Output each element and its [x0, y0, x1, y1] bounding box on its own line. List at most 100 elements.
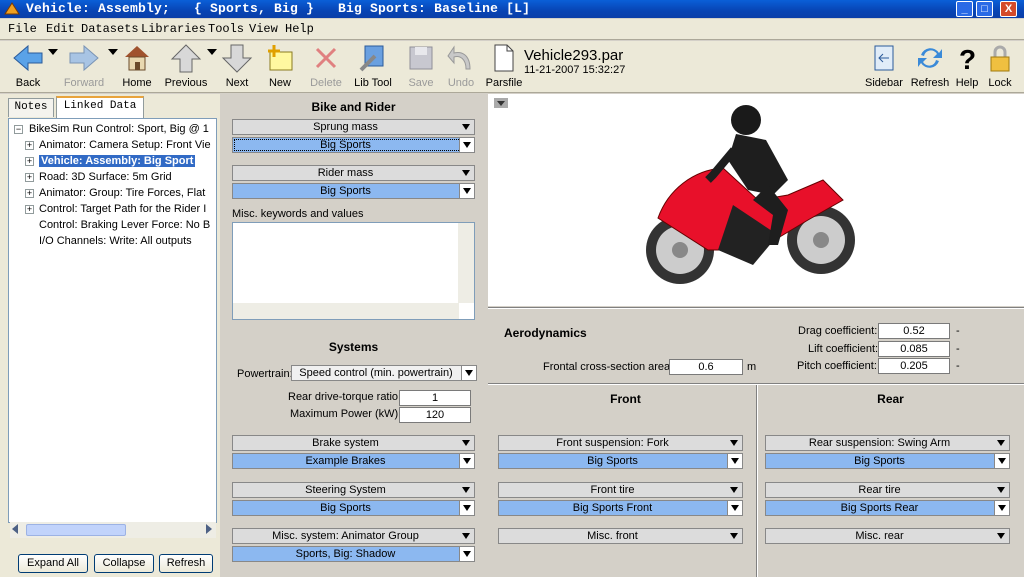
- chevron-down-icon[interactable]: [727, 483, 742, 497]
- chevron-down-icon[interactable]: [727, 454, 742, 468]
- sprung-mass-dataset[interactable]: Big Sports: [232, 137, 475, 153]
- chevron-down-icon[interactable]: [459, 120, 474, 134]
- misc-system-category[interactable]: Misc. system: Animator Group: [232, 528, 475, 544]
- chevron-down-icon[interactable]: [108, 49, 118, 55]
- drag-input[interactable]: 0.52: [878, 323, 950, 339]
- tree-node[interactable]: + Animator: Camera Setup: Front Vie: [9, 138, 214, 154]
- pitch-input[interactable]: 0.205: [878, 358, 950, 374]
- expand-icon[interactable]: +: [25, 141, 34, 150]
- misc-front-category[interactable]: Misc. front: [498, 528, 743, 544]
- chevron-down-icon[interactable]: [994, 454, 1009, 468]
- menu-datasets[interactable]: Datasets: [81, 22, 139, 36]
- front-tire-dataset[interactable]: Big Sports Front: [498, 500, 743, 516]
- tree-node[interactable]: − BikeSim Run Control: Sport, Big @ 1: [9, 122, 214, 138]
- menu-file[interactable]: File: [8, 22, 37, 36]
- chevron-down-icon[interactable]: [459, 501, 474, 515]
- misc-keywords-textarea[interactable]: [232, 222, 475, 320]
- rider-mass-category[interactable]: Rider mass: [232, 165, 475, 181]
- tab-linked-data[interactable]: Linked Data: [56, 96, 144, 118]
- steering-system-dataset[interactable]: Big Sports: [232, 500, 475, 516]
- rear-suspension-category[interactable]: Rear suspension: Swing Arm: [765, 435, 1010, 451]
- undo-button[interactable]: Undo: [444, 43, 478, 91]
- tree-horizontal-scrollbar[interactable]: [10, 522, 216, 538]
- chevron-down-icon[interactable]: [459, 529, 474, 543]
- close-button[interactable]: X: [1000, 1, 1017, 17]
- misc-rear-category[interactable]: Misc. rear: [765, 528, 1010, 544]
- maximize-button[interactable]: □: [976, 1, 993, 17]
- vertical-scrollbar[interactable]: [458, 223, 474, 303]
- tree-node[interactable]: + Animator: Group: Tire Forces, Flat: [9, 186, 214, 202]
- parsfile-button[interactable]: Parsfile: [484, 43, 524, 91]
- chevron-down-icon[interactable]: [727, 529, 742, 543]
- scroll-right-icon[interactable]: [206, 524, 212, 534]
- chevron-down-icon[interactable]: [48, 49, 58, 55]
- chevron-down-icon[interactable]: [461, 366, 476, 380]
- front-suspension-dataset[interactable]: Big Sports: [498, 453, 743, 469]
- sidebar-button[interactable]: Sidebar: [862, 43, 906, 91]
- misc-system-dataset[interactable]: Sports, Big: Shadow: [232, 546, 475, 562]
- menu-libraries[interactable]: Libraries: [141, 22, 206, 36]
- chevron-down-icon[interactable]: [459, 184, 474, 198]
- chevron-down-icon[interactable]: [994, 436, 1009, 450]
- menu-tools[interactable]: Tools: [208, 22, 244, 36]
- tree-node-selected[interactable]: + Vehicle: Assembly: Big Sport: [9, 154, 214, 170]
- chevron-down-icon[interactable]: [207, 49, 217, 55]
- image-menu-icon[interactable]: [494, 98, 508, 108]
- forward-button[interactable]: Forward: [58, 43, 118, 91]
- refresh-button[interactable]: Refresh: [908, 43, 952, 91]
- tree-node[interactable]: + Road: 3D Surface: 5m Grid: [9, 170, 214, 186]
- previous-button[interactable]: Previous: [162, 43, 217, 91]
- chevron-down-icon[interactable]: [727, 436, 742, 450]
- menu-view[interactable]: View: [249, 22, 278, 36]
- brake-system-category[interactable]: Brake system: [232, 435, 475, 451]
- chevron-down-icon[interactable]: [459, 138, 474, 152]
- scroll-left-icon[interactable]: [12, 524, 18, 534]
- chevron-down-icon[interactable]: [459, 483, 474, 497]
- save-button[interactable]: Save: [404, 43, 438, 91]
- tree-node[interactable]: + Control: Target Path for the Rider I: [9, 202, 214, 218]
- menu-help[interactable]: Help: [285, 22, 314, 36]
- next-button[interactable]: Next: [220, 43, 254, 91]
- lift-input[interactable]: 0.085: [878, 341, 950, 357]
- chevron-down-icon[interactable]: [994, 483, 1009, 497]
- chevron-down-icon[interactable]: [459, 166, 474, 180]
- horizontal-scrollbar[interactable]: [233, 303, 459, 319]
- expand-all-button[interactable]: Expand All: [18, 554, 88, 573]
- collapse-icon[interactable]: −: [14, 125, 23, 134]
- rear-suspension-dataset[interactable]: Big Sports: [765, 453, 1010, 469]
- rear-tire-category[interactable]: Rear tire: [765, 482, 1010, 498]
- brake-system-dataset[interactable]: Example Brakes: [232, 453, 475, 469]
- front-tire-category[interactable]: Front tire: [498, 482, 743, 498]
- expand-icon[interactable]: +: [25, 205, 34, 214]
- chevron-down-icon[interactable]: [994, 501, 1009, 515]
- help-button[interactable]: ? Help: [954, 43, 980, 91]
- tree-node[interactable]: Control: Braking Lever Force: No B: [9, 218, 214, 234]
- back-button[interactable]: Back: [6, 43, 58, 91]
- expand-icon[interactable]: +: [25, 173, 34, 182]
- collapse-button[interactable]: Collapse: [94, 554, 154, 573]
- sprung-mass-category[interactable]: Sprung mass: [232, 119, 475, 135]
- ratio-input[interactable]: 1: [399, 390, 471, 406]
- expand-icon[interactable]: +: [25, 157, 34, 166]
- lock-button[interactable]: Lock: [984, 43, 1016, 91]
- front-suspension-category[interactable]: Front suspension: Fork: [498, 435, 743, 451]
- max-power-input[interactable]: 120: [399, 407, 471, 423]
- tab-notes[interactable]: Notes: [8, 98, 54, 117]
- chevron-down-icon[interactable]: [994, 529, 1009, 543]
- libtool-button[interactable]: Lib Tool: [350, 43, 396, 91]
- new-button[interactable]: New: [262, 43, 298, 91]
- menu-edit[interactable]: Edit: [46, 22, 75, 36]
- chevron-down-icon[interactable]: [459, 454, 474, 468]
- delete-button[interactable]: Delete: [306, 43, 346, 91]
- tree-node[interactable]: I/O Channels: Write: All outputs: [9, 234, 214, 250]
- steering-system-category[interactable]: Steering System: [232, 482, 475, 498]
- minimize-button[interactable]: _: [956, 1, 973, 17]
- refresh-tree-button[interactable]: Refresh: [159, 554, 213, 573]
- frontal-area-input[interactable]: 0.6: [669, 359, 743, 375]
- chevron-down-icon[interactable]: [459, 436, 474, 450]
- scrollbar-thumb[interactable]: [26, 524, 126, 536]
- home-button[interactable]: Home: [118, 43, 156, 91]
- powertrain-select[interactable]: Speed control (min. powertrain): [291, 365, 477, 381]
- rider-mass-dataset[interactable]: Big Sports: [232, 183, 475, 199]
- chevron-down-icon[interactable]: [727, 501, 742, 515]
